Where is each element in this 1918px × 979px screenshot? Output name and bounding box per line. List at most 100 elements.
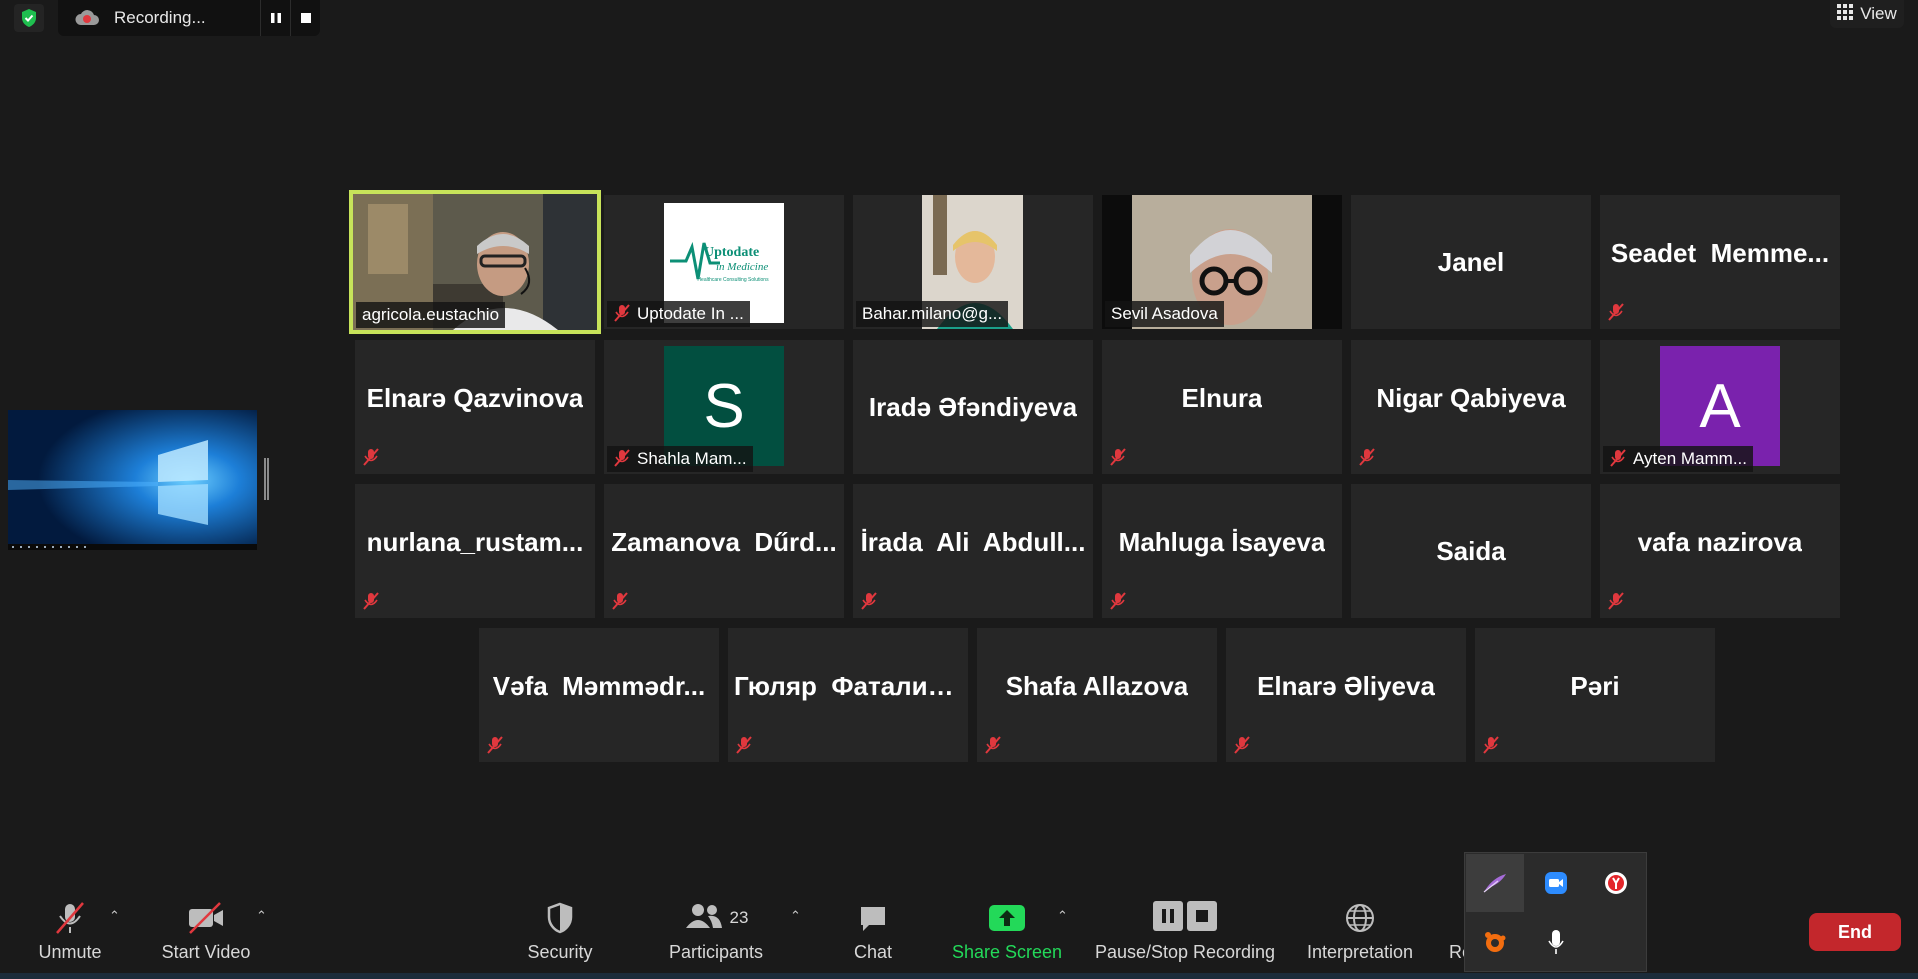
- share-screen-label: Share Screen: [951, 942, 1063, 962]
- participant-tile[interactable]: Janel: [1351, 195, 1591, 329]
- participant-name: Iradə Əfəndiyeva: [868, 391, 1078, 422]
- participant-name: Гюляр Фаталие...: [734, 670, 962, 701]
- globe-icon: [1344, 898, 1376, 938]
- taskbar-edge: [0, 973, 1918, 979]
- muted-mic-icon: [733, 734, 755, 756]
- participant-tile[interactable]: Vəfa Məmmədr...: [479, 628, 719, 762]
- participant-tile[interactable]: Nigar Qabiyeva: [1351, 340, 1591, 474]
- participant-tile[interactable]: nurlana_rustam...: [355, 484, 595, 618]
- muted-mic-icon: [1480, 734, 1502, 756]
- participant-tile[interactable]: Elnura: [1102, 340, 1342, 474]
- stop-recording-button[interactable]: [290, 0, 320, 36]
- muted-mic-icon: [609, 590, 631, 612]
- participant-name: nurlana_rustam...: [366, 526, 584, 557]
- thumbnail-resize-handle[interactable]: [264, 458, 269, 500]
- participant-name: Elnarə Qazvinova: [366, 382, 584, 413]
- microphone-icon[interactable]: [1527, 913, 1585, 971]
- windows-desktop-image: [8, 410, 257, 550]
- participant-name: Seadet Memme...: [1610, 237, 1830, 268]
- muted-mic-icon: [360, 446, 382, 468]
- feather-app-icon[interactable]: [1466, 854, 1524, 912]
- participant-tile[interactable]: vafa nazirova: [1600, 484, 1840, 618]
- participant-tile[interactable]: Seadet Memme...: [1600, 195, 1840, 329]
- participant-name: Pəri: [1570, 670, 1620, 701]
- participant-name: Zamanova Dűrd...: [611, 526, 837, 557]
- security-label: Security: [527, 942, 593, 962]
- zoom-icon[interactable]: [1527, 854, 1585, 912]
- interpretation-label: Interpretation: [1306, 942, 1414, 962]
- muted-mic-icon: [612, 448, 632, 472]
- muted-microphone-icon: [53, 898, 87, 938]
- participants-button[interactable]: 23 Participants: [664, 898, 768, 963]
- muted-mic-icon: [1605, 301, 1627, 323]
- view-button[interactable]: View: [1830, 0, 1904, 28]
- cloud-recording-icon: [74, 8, 100, 28]
- video-off-icon: [186, 898, 226, 938]
- participant-name-label: Ayten Mamm...: [1603, 446, 1753, 472]
- participant-tile[interactable]: A Ayten Mamm...: [1600, 340, 1840, 474]
- unmute-label: Unmute: [38, 942, 102, 962]
- interpretation-button[interactable]: Interpretation: [1297, 898, 1423, 963]
- muted-mic-icon: [982, 734, 1004, 756]
- participant-tile[interactable]: İrada Ali Abdull...: [853, 484, 1093, 618]
- muted-mic-icon: [858, 590, 880, 612]
- participant-tile[interactable]: Bahar.milano@g...: [853, 195, 1093, 329]
- participant-tile[interactable]: S Shahla Mam...: [604, 340, 844, 474]
- muted-mic-icon: [360, 590, 382, 612]
- muted-mic-icon: [1608, 448, 1628, 472]
- encryption-shield-icon[interactable]: [14, 4, 44, 32]
- participants-options-chevron-icon[interactable]: ⌃: [790, 908, 801, 924]
- participant-tile[interactable]: Sevil Asadova: [1102, 195, 1342, 329]
- participant-tile[interactable]: agricola.eustachio: [349, 190, 601, 334]
- end-meeting-button[interactable]: End: [1809, 913, 1901, 951]
- participant-tile[interactable]: Zamanova Dűrd...: [604, 484, 844, 618]
- chat-label: Chat: [853, 942, 893, 962]
- participant-name: Nigar Qabiyeva: [1376, 382, 1566, 413]
- yandex-browser-icon[interactable]: [1587, 854, 1645, 912]
- participant-tile[interactable]: Elnarə Əliyeva: [1226, 628, 1466, 762]
- participant-name: Vəfa Məmmədr...: [492, 670, 706, 701]
- avast-icon[interactable]: [1466, 913, 1524, 971]
- participant-tile[interactable]: Гюляр Фаталие...: [728, 628, 968, 762]
- share-screen-button[interactable]: Share Screen: [948, 898, 1066, 963]
- pause-stop-recording-label: Pause/Stop Recording: [1094, 942, 1276, 962]
- stop-icon: [1187, 900, 1217, 936]
- muted-mic-icon: [1107, 590, 1129, 612]
- participant-name-label: Uptodate In ...: [607, 301, 750, 327]
- video-options-chevron-icon[interactable]: ⌃: [256, 908, 267, 924]
- participant-name: Janel: [1437, 246, 1505, 277]
- participant-tile[interactable]: Saida: [1351, 484, 1591, 618]
- recording-status: Recording...: [114, 8, 206, 27]
- muted-mic-icon: [612, 303, 632, 327]
- audio-options-chevron-icon[interactable]: ⌃: [109, 908, 120, 924]
- participant-name: Elnarə Əliyeva: [1257, 670, 1435, 701]
- pause-recording-button[interactable]: [260, 0, 290, 36]
- participant-tile[interactable]: Mahluga İsayeva: [1102, 484, 1342, 618]
- share-screen-icon: [988, 898, 1026, 938]
- pause-icon: [1153, 900, 1183, 936]
- participant-tile[interactable]: Iradə Əfəndiyeva: [853, 340, 1093, 474]
- shared-screen-thumbnail[interactable]: [8, 410, 257, 550]
- participant-tile[interactable]: Elnarə Qazvinova: [355, 340, 595, 474]
- participant-name: Shafa Allazova: [1005, 670, 1189, 701]
- unmute-button[interactable]: Unmute: [30, 898, 110, 963]
- participant-tile[interactable]: Shafa Allazova: [977, 628, 1217, 762]
- view-label: View: [1860, 4, 1897, 23]
- muted-mic-icon: [1605, 590, 1627, 612]
- participant-tile[interactable]: Uptodate in Medicine Healthcare Consulti…: [604, 195, 844, 329]
- recording-bar: Recording...: [58, 0, 320, 36]
- participant-name: Elnura: [1181, 382, 1263, 413]
- muted-mic-icon: [1356, 446, 1378, 468]
- participants-icon: [684, 902, 724, 935]
- participant-tile[interactable]: Pəri: [1475, 628, 1715, 762]
- chat-icon: [857, 898, 889, 938]
- pause-stop-recording-button[interactable]: Pause/Stop Recording: [1090, 898, 1280, 963]
- security-button[interactable]: Security: [520, 898, 600, 963]
- system-tray-overflow: [1464, 852, 1647, 972]
- chat-button[interactable]: Chat: [843, 898, 903, 963]
- participant-name-label: Shahla Mam...: [607, 446, 753, 472]
- security-shield-icon: [545, 898, 575, 938]
- start-video-button[interactable]: Start Video: [156, 898, 256, 963]
- muted-mic-icon: [1231, 734, 1253, 756]
- share-options-chevron-icon[interactable]: ⌃: [1057, 908, 1068, 924]
